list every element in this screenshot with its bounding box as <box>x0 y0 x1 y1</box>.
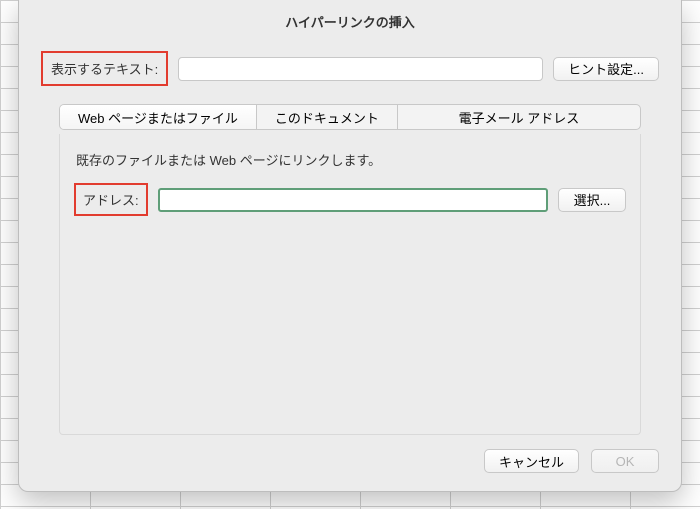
web-page-pane: 既存のファイルまたは Web ページにリンクします。 アドレス: 選択... <box>59 134 641 435</box>
tab-web-page-or-file[interactable]: Web ページまたはファイル <box>60 105 257 129</box>
select-file-button[interactable]: 選択... <box>558 188 626 212</box>
dialog-footer: キャンセル OK <box>19 435 681 491</box>
dialog-title: ハイパーリンクの挿入 <box>19 0 681 45</box>
ok-button[interactable]: OK <box>591 449 659 473</box>
display-text-label: 表示するテキスト: <box>41 51 168 86</box>
pane-description: 既存のファイルまたは Web ページにリンクします。 <box>74 150 626 169</box>
address-input[interactable] <box>158 188 548 212</box>
address-label: アドレス: <box>74 183 148 216</box>
insert-hyperlink-dialog: ハイパーリンクの挿入 表示するテキスト: ヒント設定... Web ページまたは… <box>18 0 682 492</box>
tab-this-document[interactable]: このドキュメント <box>257 105 398 129</box>
address-row: アドレス: 選択... <box>74 183 626 216</box>
hint-settings-button[interactable]: ヒント設定... <box>553 57 659 81</box>
link-type-tabs: Web ページまたはファイル このドキュメント 電子メール アドレス <box>19 104 681 130</box>
cancel-button[interactable]: キャンセル <box>484 449 579 473</box>
tab-email-address[interactable]: 電子メール アドレス <box>398 105 640 129</box>
display-text-input[interactable] <box>178 57 543 81</box>
display-text-row: 表示するテキスト: ヒント設定... <box>19 45 681 104</box>
